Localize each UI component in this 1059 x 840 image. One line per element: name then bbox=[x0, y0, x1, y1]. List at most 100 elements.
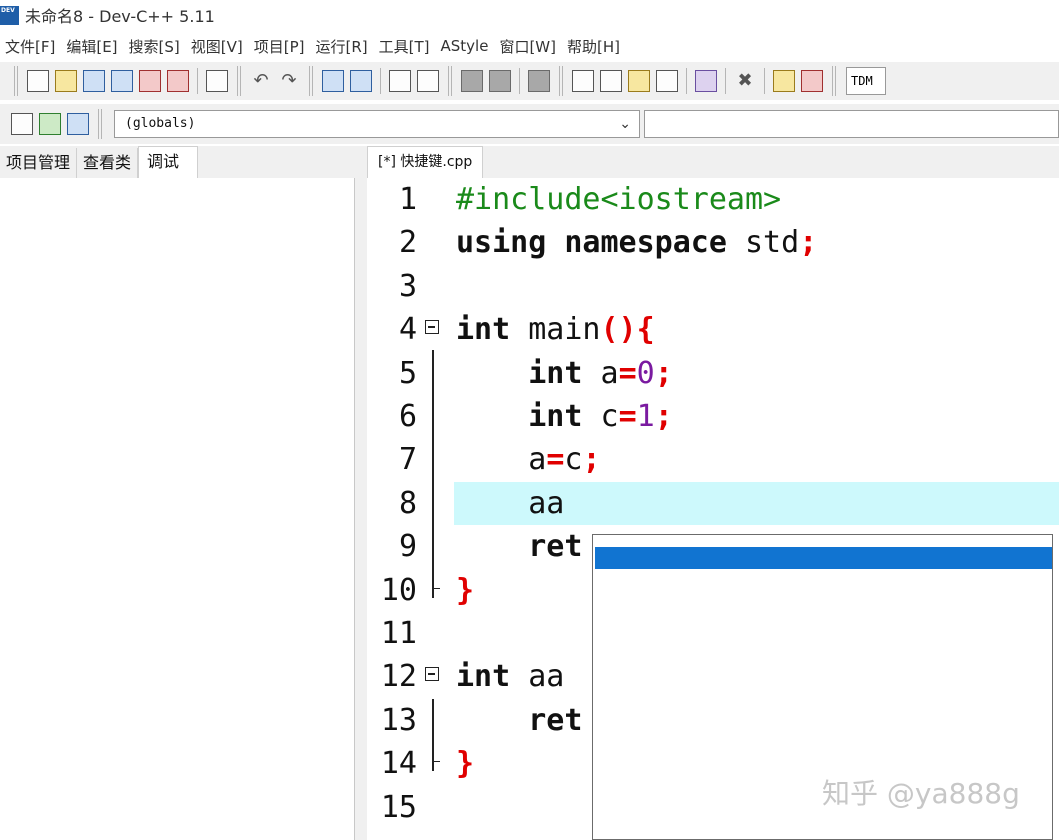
tab-classes[interactable]: 查看类 bbox=[77, 148, 139, 178]
menu-tools[interactable]: 工具[T] bbox=[374, 36, 436, 57]
compile-run-icon[interactable] bbox=[628, 70, 650, 92]
editor-tabs: [*] 快捷键.cpp bbox=[367, 146, 1059, 178]
menu-edit[interactable]: 编辑[E] bbox=[61, 36, 123, 57]
autocomplete-kind: function bbox=[601, 571, 674, 589]
code-token: a bbox=[456, 442, 547, 478]
profile-chart-icon[interactable] bbox=[773, 70, 795, 92]
project-options-icon[interactable] bbox=[528, 70, 550, 92]
line-number: 3 bbox=[398, 268, 417, 304]
line-number: 12 bbox=[380, 659, 417, 695]
code-token: aa bbox=[510, 659, 565, 695]
code-line[interactable]: 6 int c=1; bbox=[367, 395, 1059, 438]
left-panel bbox=[0, 178, 355, 840]
line-number: 9 bbox=[398, 529, 417, 565]
toolbar-grip[interactable] bbox=[559, 66, 563, 96]
fold-toggle-icon[interactable] bbox=[425, 667, 439, 682]
fold-toggle-icon[interactable] bbox=[425, 320, 439, 335]
code-line[interactable]: 8 aa bbox=[367, 482, 1059, 525]
code-token: int bbox=[528, 355, 583, 391]
save-icon[interactable] bbox=[83, 70, 105, 92]
indent-icon[interactable] bbox=[417, 70, 439, 92]
member-dropdown[interactable] bbox=[644, 110, 1059, 138]
code-line[interactable]: 1 #include<iostream> bbox=[367, 178, 1059, 221]
code-text: } bbox=[456, 742, 474, 785]
tab-debug[interactable]: 调试 bbox=[138, 146, 199, 178]
code-text: aa bbox=[456, 482, 564, 525]
code-text: using namespace std; bbox=[456, 221, 817, 264]
toolbar-grip[interactable] bbox=[14, 66, 18, 96]
menu-execute[interactable]: 运行[R] bbox=[310, 36, 373, 57]
code-text: } bbox=[456, 569, 474, 612]
title-bar: 未命名8 - Dev-C++ 5.11 bbox=[0, 0, 1059, 30]
save-all-icon[interactable] bbox=[111, 70, 133, 92]
goto-line-icon[interactable] bbox=[389, 70, 411, 92]
replace-icon[interactable] bbox=[350, 70, 372, 92]
toolbar-separator bbox=[380, 68, 381, 94]
devcpp-app-icon bbox=[0, 5, 19, 25]
close-file-icon[interactable] bbox=[139, 70, 161, 92]
panel-splitter[interactable] bbox=[355, 146, 367, 840]
insert-icon[interactable] bbox=[11, 113, 33, 135]
code-text: int c=1; bbox=[456, 395, 673, 438]
window-title: 未命名8 - Dev-C++ 5.11 bbox=[25, 7, 215, 26]
menu-help[interactable]: 帮助[H] bbox=[562, 36, 626, 57]
menu-window[interactable]: 窗口[W] bbox=[494, 36, 562, 57]
undo-icon[interactable]: ↶ bbox=[250, 70, 272, 92]
scope-value: (globals) bbox=[125, 116, 196, 131]
menu-bar: 文件[F] 编辑[E] 搜索[S] 视图[V] 项目[P] 运行[R] 工具[T… bbox=[0, 32, 1059, 60]
toolbar-separator bbox=[725, 68, 726, 94]
toolbar-separator bbox=[764, 68, 765, 94]
rebuild-icon[interactable] bbox=[656, 70, 678, 92]
code-token: ; bbox=[654, 355, 673, 391]
close-all-icon[interactable] bbox=[167, 70, 189, 92]
remove-from-project-icon[interactable] bbox=[489, 70, 511, 92]
code-line[interactable]: 5 int a=0; bbox=[367, 352, 1059, 395]
toggle-bookmark-icon[interactable] bbox=[39, 113, 61, 135]
goto-bookmark-icon[interactable] bbox=[67, 113, 89, 135]
toolbar-grip[interactable] bbox=[832, 66, 836, 96]
compile-icon[interactable] bbox=[572, 70, 594, 92]
code-token: ; bbox=[799, 225, 818, 261]
autocomplete-item[interactable]: function int aa () bbox=[595, 547, 1052, 611]
toolbar-grip[interactable] bbox=[237, 66, 241, 96]
menu-search[interactable]: 搜索[S] bbox=[124, 36, 186, 57]
code-token: c bbox=[582, 399, 619, 434]
class-toolbar: (globals) ⌄ bbox=[0, 104, 1059, 144]
code-token: (){ bbox=[600, 312, 655, 348]
find-icon[interactable] bbox=[322, 70, 344, 92]
code-token: = bbox=[618, 399, 637, 434]
toolbar-grip[interactable] bbox=[98, 109, 102, 139]
code-token: c bbox=[564, 442, 583, 478]
chevron-down-icon[interactable]: ⌄ bbox=[619, 111, 631, 137]
delete-profile-icon[interactable] bbox=[801, 70, 823, 92]
code-line[interactable]: 2 using namespace std; bbox=[367, 221, 1059, 264]
menu-astyle[interactable]: AStyle bbox=[436, 37, 495, 55]
code-line[interactable]: 3 bbox=[367, 265, 1059, 308]
print-icon[interactable] bbox=[206, 70, 228, 92]
code-line[interactable]: 4 int main(){ bbox=[367, 308, 1059, 351]
redo-icon[interactable]: ↷ bbox=[278, 70, 300, 92]
scope-dropdown[interactable]: (globals) ⌄ bbox=[114, 110, 640, 138]
menu-view[interactable]: 视图[V] bbox=[186, 36, 249, 57]
code-text: a=c; bbox=[456, 438, 600, 481]
run-icon[interactable] bbox=[600, 70, 622, 92]
new-file-icon[interactable] bbox=[27, 70, 49, 92]
code-text: int a=0; bbox=[456, 352, 673, 395]
main-toolbar: ↶ ↷ ✖ TDM bbox=[0, 62, 1059, 100]
menu-file[interactable]: 文件[F] bbox=[0, 36, 61, 57]
editor-tab-file[interactable]: [*] 快捷键.cpp bbox=[367, 146, 484, 178]
syntax-check-icon[interactable] bbox=[695, 70, 717, 92]
toolbar-grip[interactable] bbox=[309, 66, 313, 96]
code-token: } bbox=[456, 746, 475, 782]
add-to-project-icon[interactable] bbox=[461, 70, 483, 92]
tab-project[interactable]: 项目管理 bbox=[0, 148, 78, 178]
menu-project[interactable]: 项目[P] bbox=[249, 36, 311, 57]
open-file-icon[interactable] bbox=[55, 70, 77, 92]
compiler-select[interactable]: TDM bbox=[846, 67, 886, 95]
toolbar-grip[interactable] bbox=[448, 66, 452, 96]
code-line[interactable]: 7 a=c; bbox=[367, 438, 1059, 481]
stop-execution-icon[interactable]: ✖ bbox=[734, 70, 756, 92]
